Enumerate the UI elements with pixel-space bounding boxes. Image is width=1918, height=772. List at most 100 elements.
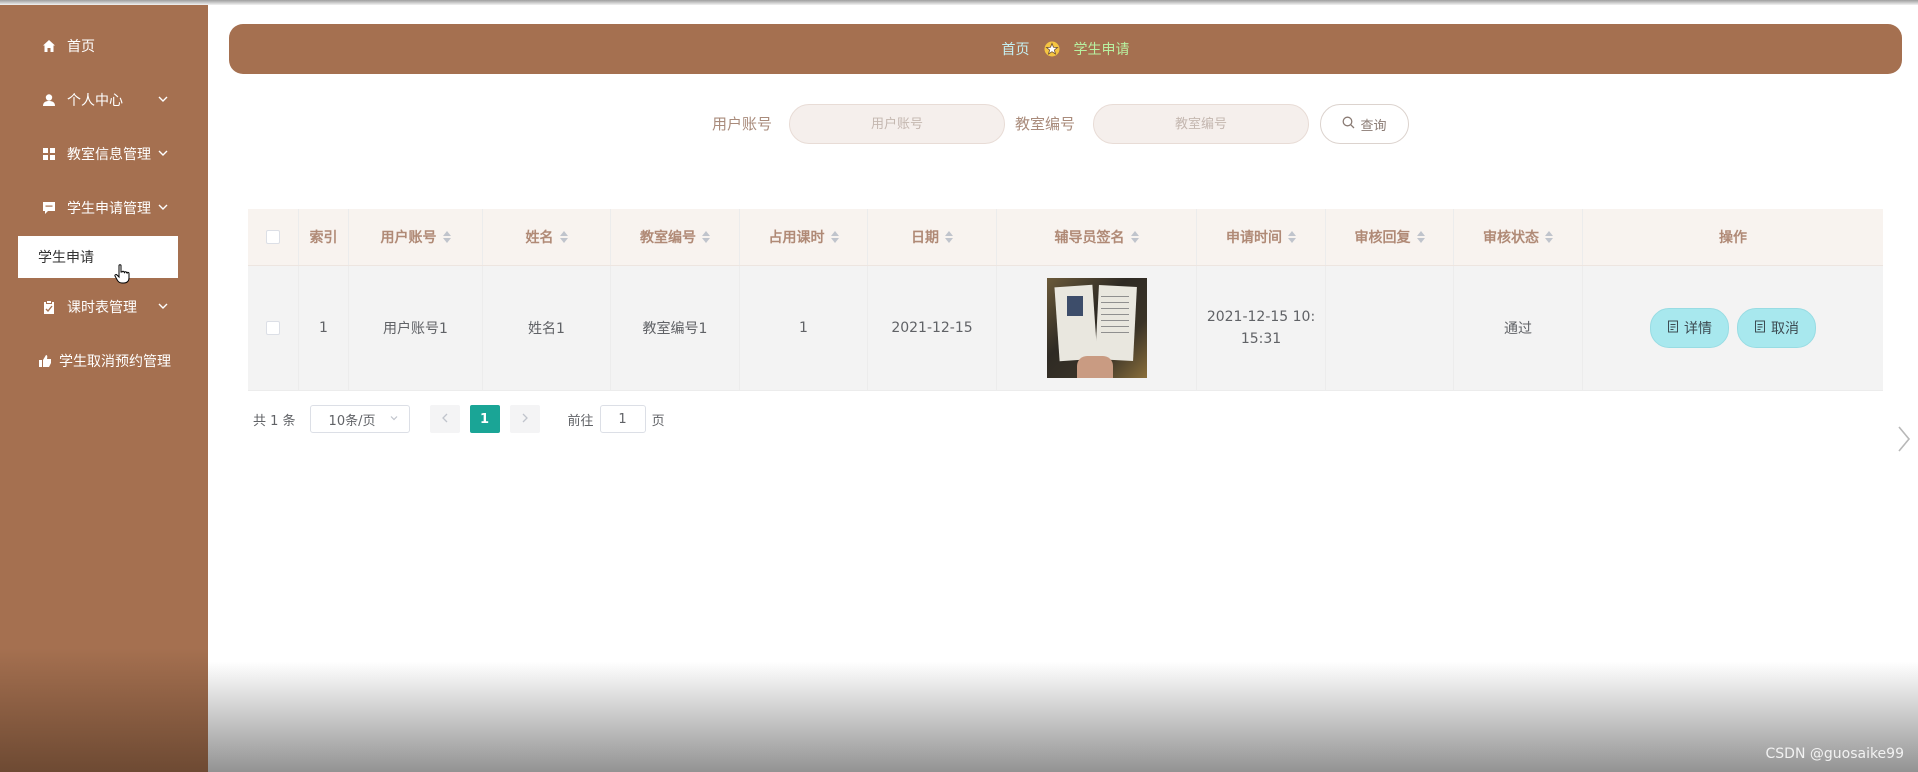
sidebar-item-classroom-info[interactable]: 教室信息管理 xyxy=(0,134,208,174)
chevron-right-icon[interactable] xyxy=(1896,424,1912,458)
sidebar-item-label: 首页 xyxy=(67,39,95,55)
search-button[interactable]: 查询 xyxy=(1320,104,1409,144)
cell-name: 姓名1 xyxy=(483,266,611,390)
sort-icon[interactable] xyxy=(1130,231,1139,243)
cell-date: 2021-12-15 xyxy=(868,266,997,390)
table-row: 1 用户账号1 姓名1 教室编号1 1 2021-12-15 2021-12-1… xyxy=(248,266,1883,391)
sidebar-item-home[interactable]: 首页 xyxy=(0,26,208,66)
search-icon xyxy=(1342,116,1355,133)
prev-page-button[interactable] xyxy=(429,405,460,433)
next-page-button[interactable] xyxy=(509,405,540,433)
sidebar-item-cancel-reservation[interactable]: 学生取消预约管理 xyxy=(0,341,208,381)
detail-button[interactable]: 详情 xyxy=(1650,308,1729,348)
row-select-cell xyxy=(248,266,299,390)
column-header-label: 用户账号 xyxy=(380,230,437,246)
column-header-date[interactable]: 日期 xyxy=(868,209,997,265)
classroom-number-label: 教室编号 xyxy=(1015,115,1076,133)
document-icon xyxy=(1754,320,1766,337)
cell-status: 通过 xyxy=(1454,266,1583,390)
chevron-down-icon xyxy=(389,412,399,427)
sidebar-item-schedule[interactable]: 课时表管理 xyxy=(0,287,208,327)
sort-icon[interactable] xyxy=(1545,231,1553,243)
thumb-icon xyxy=(38,354,52,368)
column-header-label: 申请时间 xyxy=(1226,230,1282,246)
sort-icon[interactable] xyxy=(1288,231,1296,243)
top-border xyxy=(0,0,1918,5)
pagination: 共 1 条 10条/页 1 前往 页 xyxy=(253,405,665,433)
sidebar-item-student-application[interactable]: 学生申请管理 xyxy=(0,188,208,228)
chat-icon xyxy=(42,201,56,215)
home-icon xyxy=(42,39,56,53)
sidebar-item-personal-center[interactable]: 个人中心 xyxy=(0,80,208,120)
apply-time-line-2: 15:31 xyxy=(1240,331,1282,347)
chevron-down-icon xyxy=(157,147,169,163)
column-header-status[interactable]: 审核状态 xyxy=(1454,209,1583,265)
apply-time-line-1: 2021-12-15 10: xyxy=(1206,309,1316,325)
column-header-room[interactable]: 教室编号 xyxy=(611,209,740,265)
column-header-label: 索引 xyxy=(309,230,338,246)
hand-cursor-icon xyxy=(114,264,130,288)
cell-room: 教室编号1 xyxy=(611,266,740,390)
search-button-label: 查询 xyxy=(1360,118,1387,134)
sidebar-item-label: 个人中心 xyxy=(67,93,123,109)
sidebar-item-label: 教室信息管理 xyxy=(67,147,151,163)
column-header-label: 日期 xyxy=(911,230,939,246)
page-size-value: 10条/页 xyxy=(328,413,376,429)
sort-icon[interactable] xyxy=(1416,231,1425,243)
column-header-label: 审核回复 xyxy=(1354,230,1411,246)
chevron-down-icon xyxy=(157,201,169,217)
user-icon xyxy=(42,93,56,107)
detail-button-label: 详情 xyxy=(1684,321,1712,337)
cell-user: 用户账号1 xyxy=(349,266,483,390)
sort-icon[interactable] xyxy=(830,231,839,243)
sidebar-subitem-student-application[interactable]: 学生申请 xyxy=(18,236,178,278)
column-header-apply-time[interactable]: 申请时间 xyxy=(1197,209,1326,265)
signature-photo[interactable] xyxy=(1046,278,1147,378)
pagination-total: 共 1 条 xyxy=(253,413,296,429)
document-icon xyxy=(1667,320,1679,337)
cancel-button-label: 取消 xyxy=(1771,321,1799,337)
column-header-actions: 操作 xyxy=(1583,209,1883,265)
column-header-label: 审核状态 xyxy=(1483,230,1539,246)
page-suffix: 页 xyxy=(651,413,665,429)
sort-icon[interactable] xyxy=(702,231,710,243)
breadcrumb-home-link[interactable]: 首页 xyxy=(1002,39,1030,59)
column-header-reply[interactable]: 审核回复 xyxy=(1326,209,1454,265)
bottom-overlay xyxy=(208,662,1918,772)
sidebar: 首页 个人中心 教室信息管理 学生申请管理 学生申请 课时表管理 学生取消预约管… xyxy=(0,0,208,772)
classroom-number-input[interactable] xyxy=(1093,104,1309,144)
page-size-select[interactable]: 10条/页 xyxy=(309,405,410,433)
star-icon xyxy=(1044,41,1060,57)
chevron-down-icon xyxy=(157,93,169,109)
column-header-label: 操作 xyxy=(1719,230,1747,246)
select-all-checkbox[interactable] xyxy=(266,230,280,244)
cell-actions: 详情 取消 xyxy=(1583,266,1883,390)
page-number-current[interactable]: 1 xyxy=(469,405,500,433)
column-header-hours[interactable]: 占用课时 xyxy=(740,209,868,265)
column-header-user[interactable]: 用户账号 xyxy=(349,209,483,265)
cell-index: 1 xyxy=(299,266,349,390)
sort-icon[interactable] xyxy=(559,231,568,243)
column-header-signature[interactable]: 辅导员签名 xyxy=(997,209,1197,265)
column-header-label: 姓名 xyxy=(525,230,554,246)
column-header-label: 教室编号 xyxy=(640,230,696,246)
row-checkbox[interactable] xyxy=(266,321,280,335)
column-header-label: 占用课时 xyxy=(768,230,825,246)
sidebar-item-label: 课时表管理 xyxy=(67,300,137,316)
sidebar-item-label: 学生申请管理 xyxy=(67,201,151,217)
grid-icon xyxy=(42,147,56,161)
cell-apply-time: 2021-12-15 10: 15:31 xyxy=(1197,266,1326,390)
applications-table: 索引 用户账号 姓名 教室编号 占用课时 日期 辅导员签名 申请时间 审核回复 … xyxy=(248,209,1883,391)
cancel-button[interactable]: 取消 xyxy=(1737,308,1816,348)
sort-icon[interactable] xyxy=(442,231,451,243)
sort-icon[interactable] xyxy=(945,231,953,243)
breadcrumb-current: 学生申请 xyxy=(1073,42,1130,58)
cell-hours: 1 xyxy=(740,266,868,390)
column-header-name[interactable]: 姓名 xyxy=(483,209,611,265)
column-header-label: 辅导员签名 xyxy=(1054,230,1125,246)
user-account-input[interactable] xyxy=(789,104,1005,144)
breadcrumb: 首页 学生申请 xyxy=(229,24,1902,74)
goto-page-input[interactable] xyxy=(599,405,646,433)
chevron-down-icon xyxy=(157,300,169,316)
cell-signature xyxy=(997,266,1197,390)
